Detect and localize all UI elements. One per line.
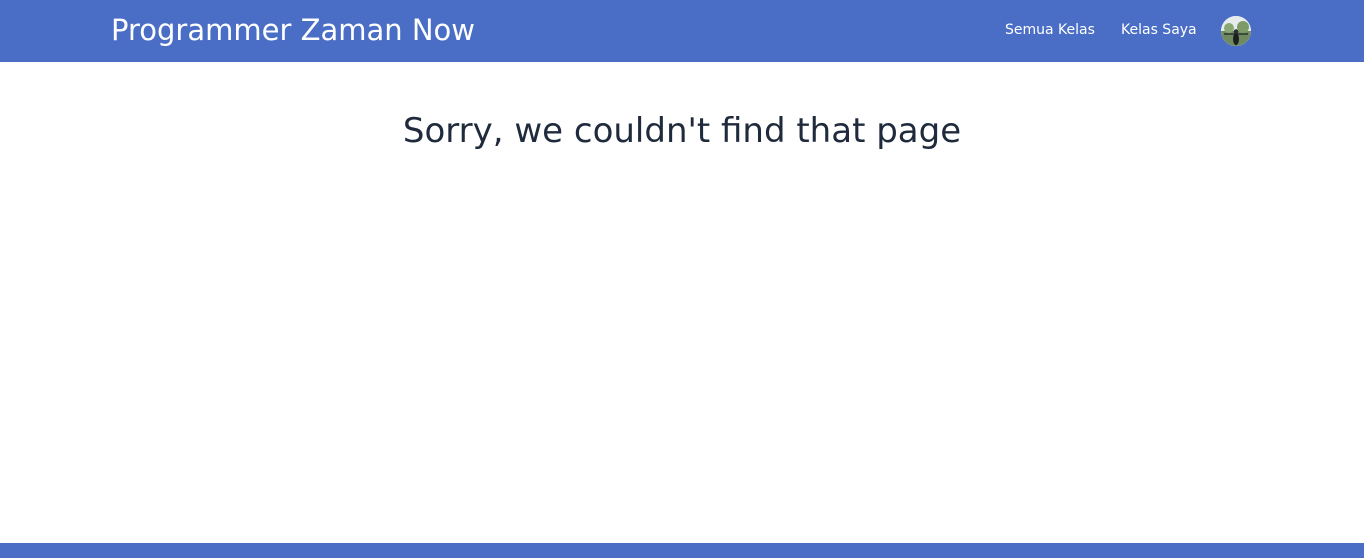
page-title: Sorry, we couldn't find that page	[402, 111, 962, 151]
avatar-image	[1221, 16, 1251, 46]
nav-semua-kelas[interactable]: Semua Kelas	[1005, 20, 1095, 40]
user-avatar-icon[interactable]	[1221, 16, 1251, 46]
main-content: Sorry, we couldn't find that page	[0, 62, 1364, 543]
brand-logo-link[interactable]: Programmer Zaman Now	[111, 11, 475, 49]
nav-kelas-saya[interactable]: Kelas Saya	[1121, 20, 1197, 40]
top-navbar: Programmer Zaman Now Semua Kelas Kelas S…	[0, 0, 1364, 62]
footer-bar	[0, 543, 1364, 558]
